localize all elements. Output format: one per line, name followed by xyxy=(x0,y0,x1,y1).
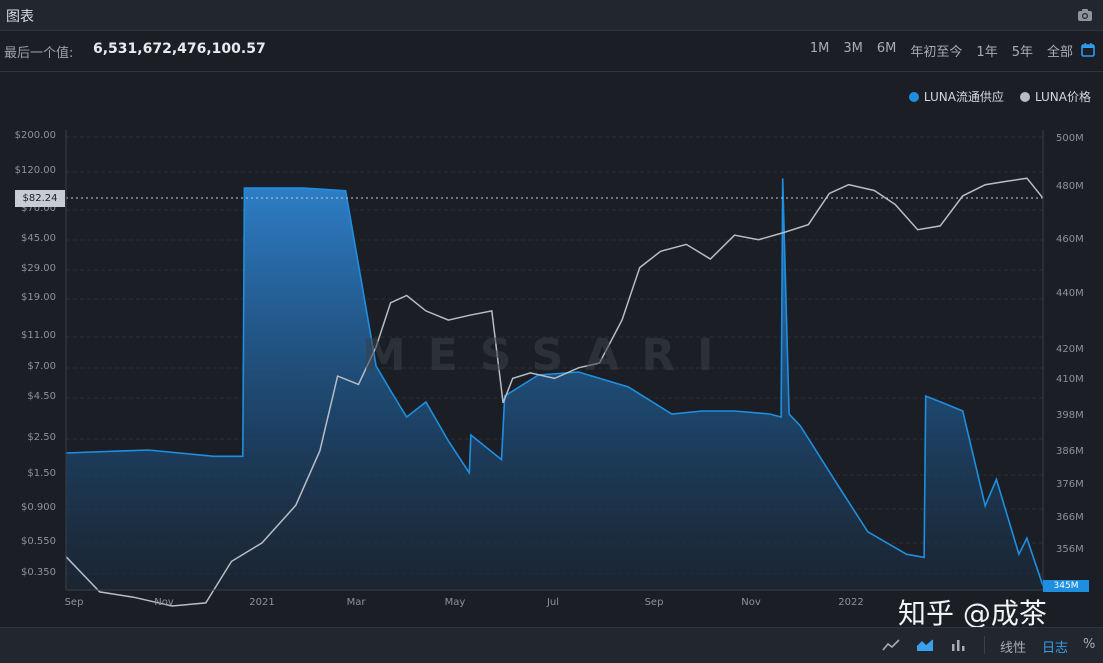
range-button-0[interactable]: 1M xyxy=(810,41,830,60)
left-axis-tick-label: $0.900 xyxy=(21,502,56,513)
area-chart-icon[interactable] xyxy=(916,637,934,656)
legend-label: LUNA价格 xyxy=(1034,90,1091,104)
price-series-line xyxy=(65,177,1044,607)
range-button-2[interactable]: 6M xyxy=(877,41,897,60)
left-axis-tick-label: $11.00 xyxy=(21,330,56,341)
range-button-4[interactable]: 1年 xyxy=(976,41,997,60)
time-range-selector: 1M 3M 6M 年初至今 1年 5年 全部 xyxy=(796,41,1073,60)
toolbar-separator xyxy=(984,636,985,654)
left-axis-tick-label: $4.50 xyxy=(27,391,56,402)
percent-scale-button[interactable]: % xyxy=(1083,637,1095,652)
left-axis-tick-label: $120.00 xyxy=(14,165,56,176)
legend-item-0[interactable]: LUNA流通供应 xyxy=(908,88,1004,105)
x-axis-tick-label: May xyxy=(444,597,466,608)
range-button-6[interactable]: 全部 xyxy=(1047,41,1073,60)
range-button-1[interactable]: 3M xyxy=(843,41,863,60)
right-axis-tick-label: 398M xyxy=(1056,410,1084,421)
watermark: MESSARI xyxy=(362,330,736,381)
legend-item-1[interactable]: LUNA价格 xyxy=(1019,88,1091,105)
right-axis-tick-label: 356M xyxy=(1056,544,1084,555)
right-axis-tick-label: 386M xyxy=(1056,446,1084,457)
x-axis-tick-label: Nov xyxy=(741,597,761,608)
supply-series-line xyxy=(65,178,1044,587)
right-axis-tick-label: 500M xyxy=(1056,133,1084,144)
left-axis-tick-label: $45.00 xyxy=(21,233,56,244)
last-value-label: 最后一个值: xyxy=(4,46,74,61)
chart-legend: LUNA流通供应 LUNA价格 xyxy=(908,88,1091,105)
x-axis-tick-label: Sep xyxy=(64,597,84,608)
left-axis-tick-label: $0.550 xyxy=(21,536,56,547)
left-axis-tick-label: $0.350 xyxy=(21,567,56,578)
x-axis-tick-label: 2022 xyxy=(838,597,864,608)
x-axis-tick-label: Nov xyxy=(154,597,174,608)
legend-dot-icon xyxy=(1019,91,1030,102)
left-axis-tick-label: $7.00 xyxy=(27,361,56,372)
x-axis-tick-label: Mar xyxy=(346,597,366,608)
linear-scale-button[interactable]: 线性 xyxy=(1000,637,1026,656)
legend-label: LUNA流通供应 xyxy=(923,90,1004,104)
range-button-5[interactable]: 5年 xyxy=(1012,41,1033,60)
legend-dot-icon xyxy=(908,91,919,102)
right-axis-tick-label: 460M xyxy=(1056,234,1084,245)
range-button-3[interactable]: 年初至今 xyxy=(910,41,962,60)
zhihu-credit-overlay: 知乎 @成茶 xyxy=(898,597,1047,630)
right-axis-tick-label: 376M xyxy=(1056,479,1084,490)
left-axis-tick-label: $200.00 xyxy=(14,130,56,141)
left-axis-tick-label: $1.50 xyxy=(27,468,56,479)
info-bar: 最后一个值: 6,531,672,476,100.57 1M 3M 6M 年初至今 1年… xyxy=(0,31,1103,72)
line-chart-icon[interactable] xyxy=(882,637,900,656)
x-axis-tick-label: Sep xyxy=(644,597,664,608)
right-axis-tick-label: 480M xyxy=(1056,181,1084,192)
title-bar: 图表 xyxy=(0,0,1103,31)
left-axis-tick-label: $29.00 xyxy=(21,263,56,274)
bottom-toolbar: 线性 日志 % xyxy=(0,627,1103,663)
calendar-icon[interactable] xyxy=(1081,42,1095,61)
right-axis-tick-label: 366M xyxy=(1056,512,1084,523)
last-value: 6,531,672,476,100.57 xyxy=(93,41,266,57)
log-scale-button[interactable]: 日志 xyxy=(1042,637,1068,656)
right-axis-tick-label: 420M xyxy=(1056,344,1084,355)
page-title: 图表 xyxy=(6,9,34,25)
x-axis-tick-label: 2021 xyxy=(249,597,275,608)
current-price-tag: $82.24 xyxy=(15,190,65,207)
right-axis-tick-label: 440M xyxy=(1056,288,1084,299)
camera-icon[interactable] xyxy=(1077,7,1093,26)
current-supply-tag: 345M xyxy=(1043,580,1089,592)
left-axis-tick-label: $2.50 xyxy=(27,432,56,443)
left-axis-tick-label: $19.00 xyxy=(21,292,56,303)
right-axis-tick-label: 410M xyxy=(1056,374,1084,385)
supply-area-fill xyxy=(66,178,1043,590)
bar-chart-icon[interactable] xyxy=(950,637,966,656)
x-axis-tick-label: Jul xyxy=(546,597,560,608)
